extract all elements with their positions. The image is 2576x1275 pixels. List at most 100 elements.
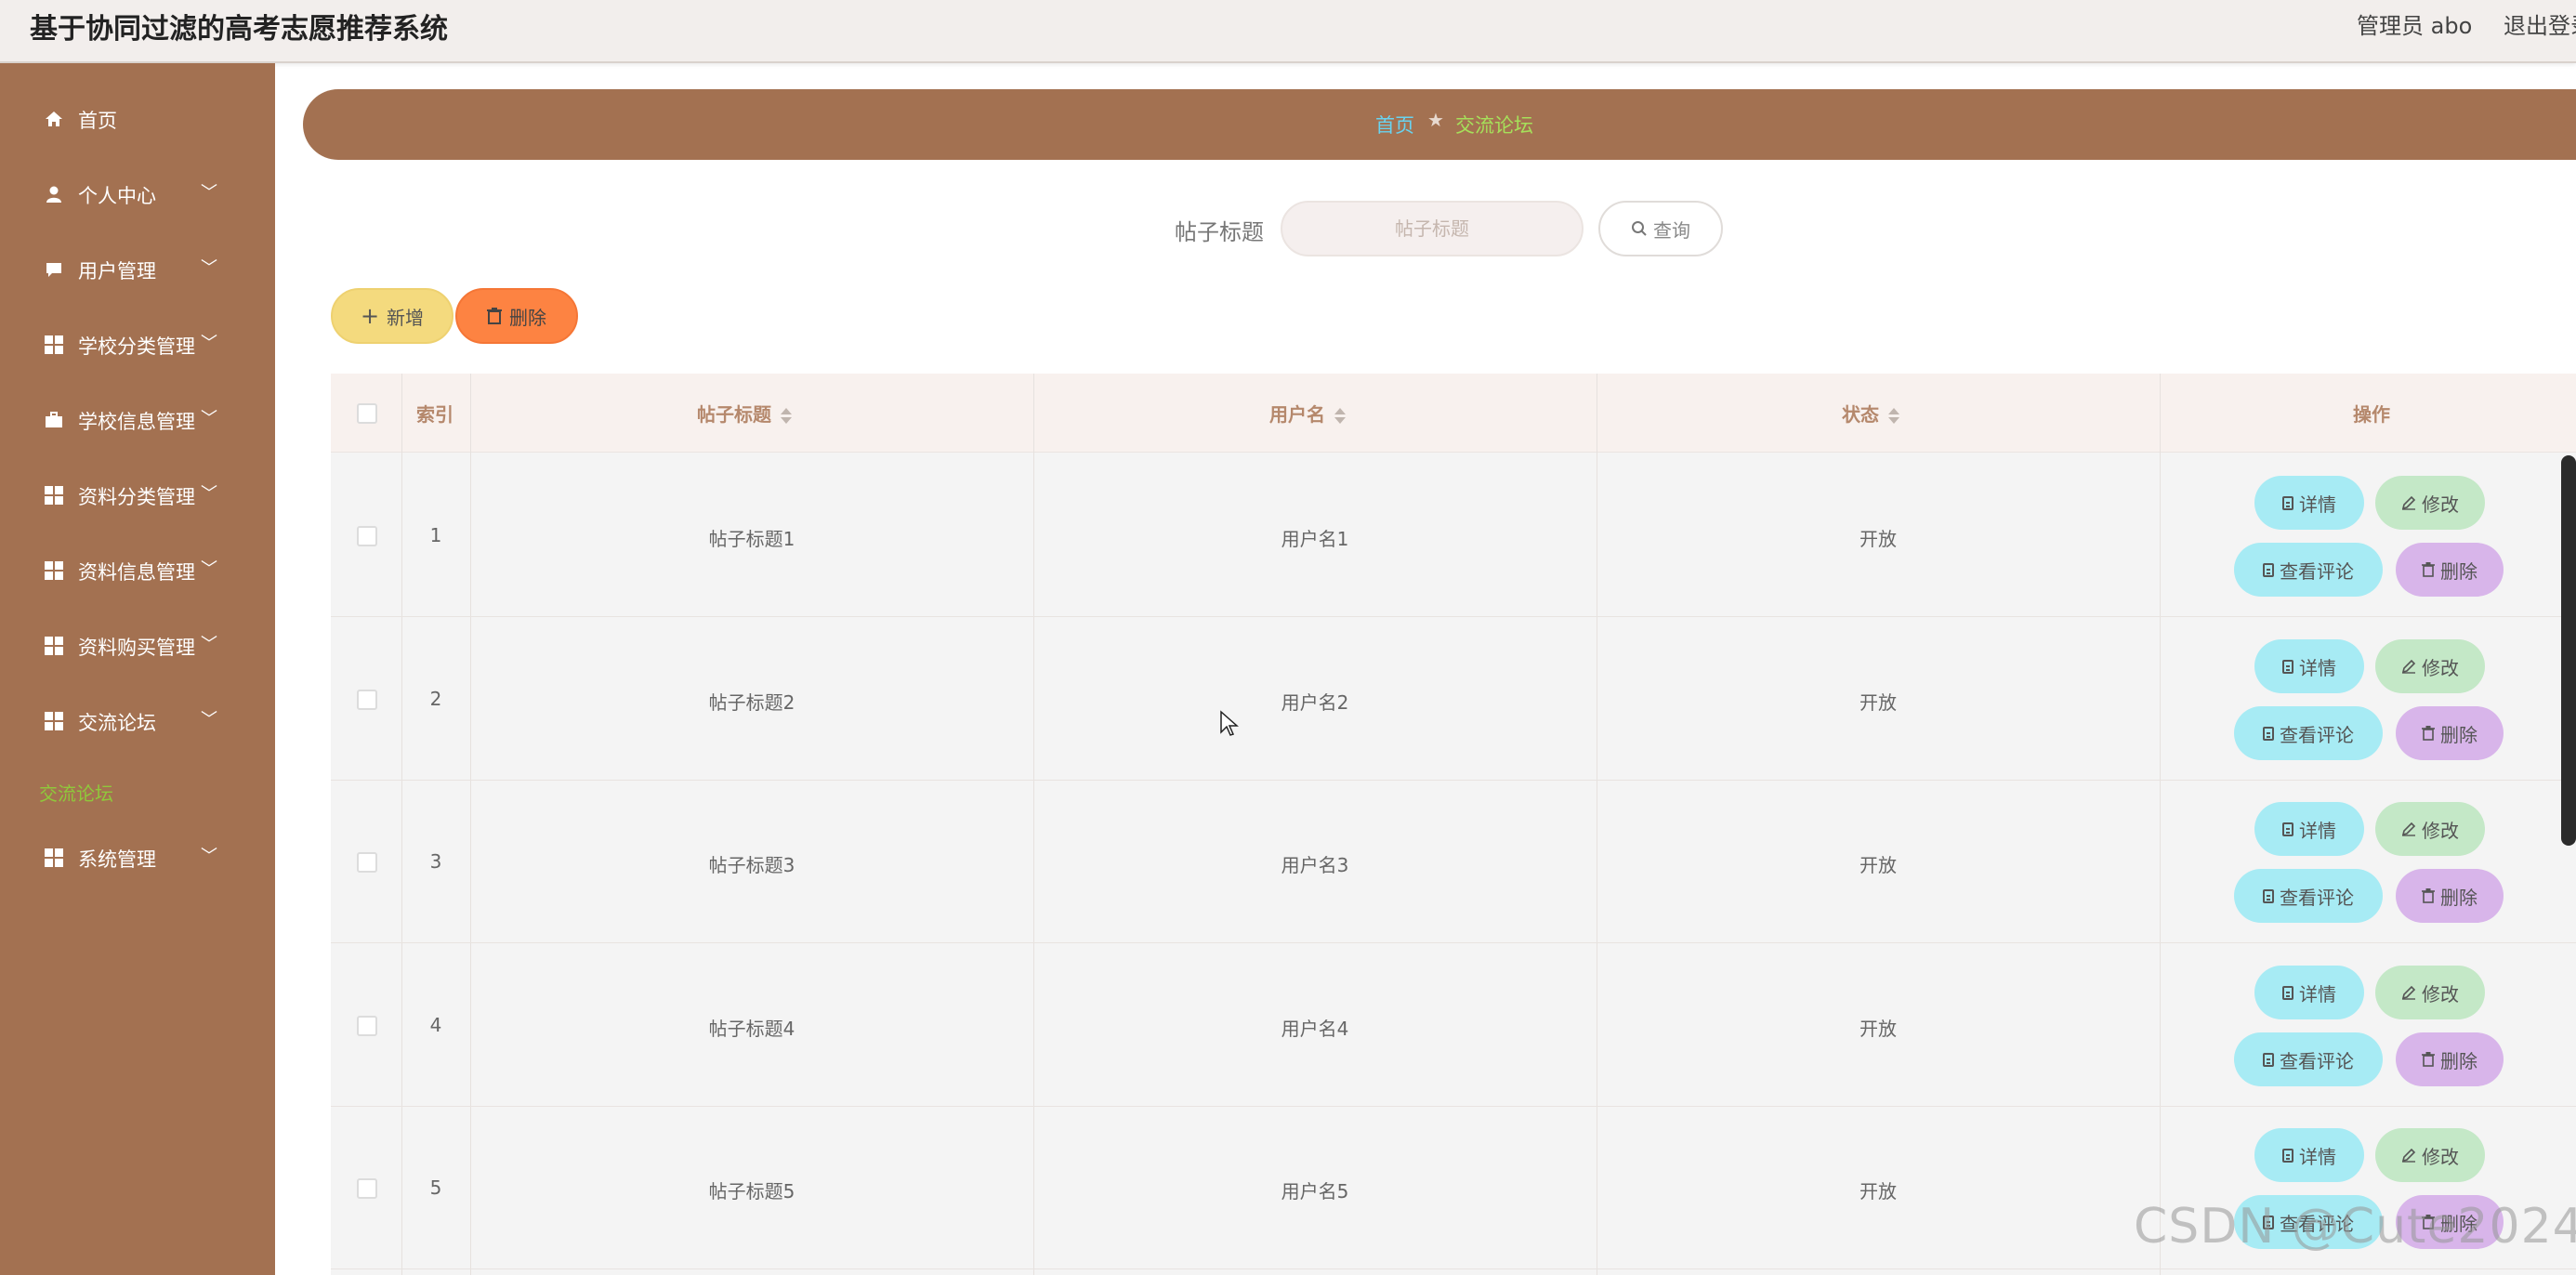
column-header-title[interactable]: 帖子标题: [697, 400, 792, 427]
sidebar-item-material-purchase[interactable]: 资料购买管理 ﹀: [0, 618, 275, 674]
edit-button[interactable]: 修改: [2375, 476, 2485, 530]
cell-username: 用户名5: [1281, 1180, 1349, 1203]
row-checkbox[interactable]: [357, 852, 377, 873]
edit-button[interactable]: 修改: [2375, 639, 2485, 693]
chevron-down-icon: ﹀: [201, 635, 217, 654]
row-delete-label: 删除: [2440, 559, 2477, 583]
home-icon: [46, 112, 62, 126]
row-delete-button[interactable]: 删除: [2396, 869, 2504, 923]
trash-icon: [487, 308, 502, 324]
cell-title: 帖子标题1: [708, 528, 795, 550]
row-delete-button[interactable]: 删除: [2396, 543, 2504, 597]
chevron-down-icon: ﹀: [201, 847, 217, 866]
add-button[interactable]: + 新增: [331, 288, 453, 344]
column-header-username[interactable]: 用户名: [1269, 400, 1346, 427]
row-delete-label: 删除: [2440, 723, 2477, 746]
edit-button-label: 修改: [2422, 493, 2459, 516]
sidebar-item-label: 用户管理: [78, 260, 156, 283]
row-checkbox[interactable]: [357, 1178, 377, 1199]
column-status-label: 状态: [1842, 403, 1879, 426]
admin-label: 管理员 abo: [2357, 13, 2473, 39]
view-comments-label: 查看评论: [2280, 886, 2354, 909]
watermark: CSDN @Cute2024_: [2134, 1199, 2576, 1255]
cell-username: 用户名1: [1281, 528, 1349, 550]
grid-icon: [45, 486, 63, 505]
document-icon: [2282, 985, 2293, 1000]
sidebar-item-system[interactable]: 系统管理 ﹀: [0, 830, 275, 886]
sort-icon[interactable]: [1888, 408, 1899, 424]
row-delete-label: 删除: [2440, 1049, 2477, 1072]
plus-icon: +: [360, 303, 380, 329]
row-checkbox[interactable]: [357, 690, 377, 710]
sidebar-item-material-info[interactable]: 资料信息管理 ﹀: [0, 543, 275, 598]
edit-button[interactable]: 修改: [2375, 966, 2485, 1019]
pencil-icon: [2401, 822, 2416, 836]
column-header-status[interactable]: 状态: [1842, 400, 1899, 427]
grid-icon: [45, 712, 63, 730]
edit-button-label: 修改: [2422, 982, 2459, 1006]
breadcrumb: 首页 ★ 交流论坛: [303, 89, 2576, 160]
sidebar-item-user-management[interactable]: 用户管理 ﹀: [0, 242, 275, 297]
cell-status: 开放: [1860, 854, 1897, 876]
document-icon: [2263, 562, 2274, 577]
document-icon: [2263, 726, 2274, 741]
sidebar-item-label: 交流论坛: [78, 712, 156, 734]
delete-button[interactable]: 删除: [455, 288, 578, 344]
select-all-checkbox[interactable]: [357, 403, 377, 424]
view-comments-label: 查看评论: [2280, 1049, 2354, 1072]
row-checkbox[interactable]: [357, 1016, 377, 1036]
cell-status: 开放: [1860, 1018, 1897, 1040]
view-comments-button[interactable]: 查看评论: [2234, 1032, 2383, 1086]
detail-button[interactable]: 详情: [2254, 802, 2364, 856]
sort-icon[interactable]: [781, 408, 792, 424]
row-checkbox[interactable]: [357, 526, 377, 546]
table-row: 2 帖子标题2 用户名2 开放 详情 修改 查看评论 删除: [331, 617, 2576, 781]
sidebar-item-school-info[interactable]: 学校信息管理 ﹀: [0, 392, 275, 448]
detail-button[interactable]: 详情: [2254, 476, 2364, 530]
view-comments-button[interactable]: 查看评论: [2234, 869, 2383, 923]
trash-icon: [2422, 888, 2435, 903]
table-row: 1 帖子标题1 用户名1 开放 详情 修改 查看评论 删除: [331, 453, 2576, 617]
view-comments-button[interactable]: 查看评论: [2234, 543, 2383, 597]
cell-status: 开放: [1860, 528, 1897, 550]
breadcrumb-current: 交流论坛: [1455, 114, 1533, 137]
pencil-icon: [2401, 495, 2416, 510]
breadcrumb-home[interactable]: 首页: [1375, 111, 1414, 138]
detail-button[interactable]: 详情: [2254, 1128, 2364, 1182]
row-delete-button[interactable]: 删除: [2396, 1032, 2504, 1086]
column-header-actions: 操作: [2353, 403, 2390, 426]
view-comments-button[interactable]: 查看评论: [2234, 706, 2383, 760]
sort-icon[interactable]: [1334, 408, 1346, 424]
edit-button[interactable]: 修改: [2375, 802, 2485, 856]
grid-icon: [45, 561, 63, 580]
user-icon: [46, 186, 61, 203]
grid-icon: [45, 637, 63, 655]
sidebar-subitem-forum[interactable]: 交流论坛: [39, 779, 113, 806]
add-button-label: 新增: [387, 306, 425, 329]
detail-button[interactable]: 详情: [2254, 966, 2364, 1019]
chevron-down-icon: ﹀: [201, 258, 217, 278]
detail-button[interactable]: 详情: [2254, 639, 2364, 693]
cell-status: 开放: [1860, 1180, 1897, 1203]
sidebar-item-school-category[interactable]: 学校分类管理 ﹀: [0, 317, 275, 373]
logout-link[interactable]: 退出登录: [2504, 7, 2576, 40]
cell-index: 2: [429, 688, 442, 710]
document-icon: [2263, 1052, 2274, 1067]
sidebar-item-personal-center[interactable]: 个人中心 ﹀: [0, 166, 275, 222]
sidebar-item-material-category[interactable]: 资料分类管理 ﹀: [0, 467, 275, 523]
scrollbar[interactable]: [2561, 455, 2576, 846]
cell-index: 4: [429, 1014, 442, 1036]
cell-index: 3: [429, 850, 442, 873]
cell-title: 帖子标题3: [708, 854, 795, 876]
mouse-cursor-icon: [1220, 710, 1239, 736]
edit-button[interactable]: 修改: [2375, 1128, 2485, 1182]
chevron-down-icon: ﹀: [201, 409, 217, 428]
search-button[interactable]: 查询: [1598, 201, 1723, 256]
sidebar-item-forum[interactable]: 交流论坛 ﹀: [0, 693, 275, 749]
edit-button-label: 修改: [2422, 1145, 2459, 1168]
row-delete-button[interactable]: 删除: [2396, 706, 2504, 760]
document-icon: [2263, 888, 2274, 903]
search-input[interactable]: [1281, 201, 1584, 256]
document-icon: [2282, 822, 2293, 836]
sidebar-item-home[interactable]: 首页: [0, 91, 275, 147]
